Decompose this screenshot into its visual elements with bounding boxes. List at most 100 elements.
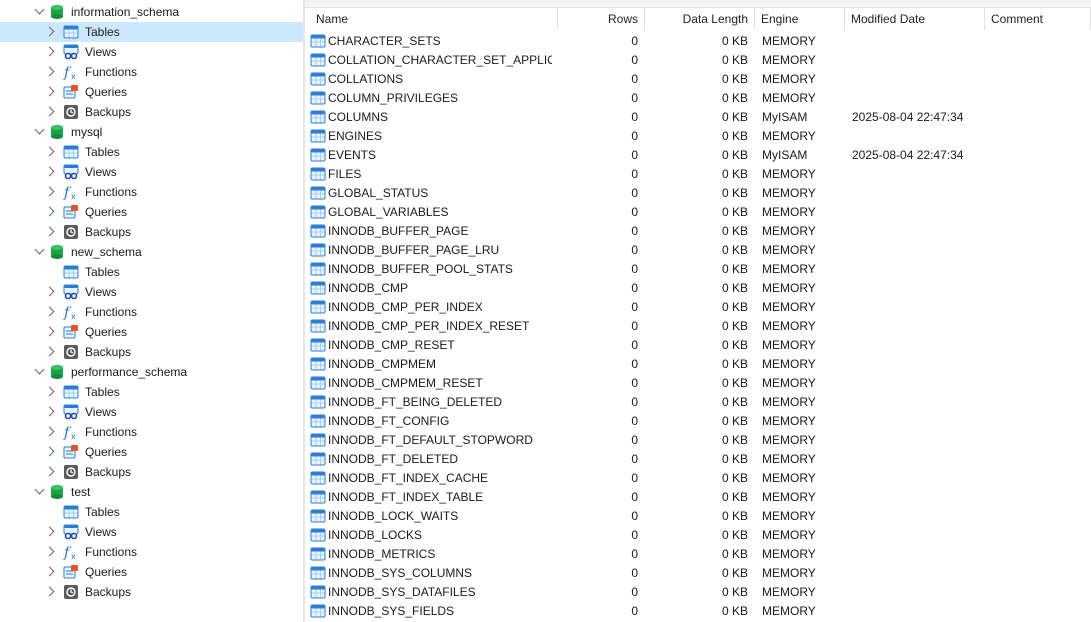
tree-item-views[interactable]: Views — [0, 522, 303, 542]
column-header-name[interactable]: Name — [310, 8, 558, 30]
table-row[interactable]: COLUMN_PRIVILEGES 0 0 KB MEMORY — [305, 89, 1091, 108]
chevron-right-icon[interactable] — [44, 166, 55, 177]
chevron-right-icon[interactable] — [44, 206, 55, 217]
chevron-down-icon[interactable] — [34, 4, 45, 15]
table-row[interactable]: INNODB_CMPMEM_RESET 0 0 KB MEMORY — [305, 374, 1091, 393]
table-row[interactable]: GLOBAL_STATUS 0 0 KB MEMORY — [305, 184, 1091, 203]
chevron-right-icon[interactable] — [44, 406, 55, 417]
table-row[interactable]: INNODB_FT_BEING_DELETED 0 0 KB MEMORY — [305, 393, 1091, 412]
column-header-rows[interactable]: Rows — [558, 8, 645, 30]
tree-schema-information-schema[interactable]: information_schema — [0, 2, 303, 22]
table-row[interactable]: INNODB_CMP_PER_INDEX 0 0 KB MEMORY — [305, 298, 1091, 317]
table-row[interactable]: INNODB_LOCKS 0 0 KB MEMORY — [305, 526, 1091, 545]
table-row[interactable]: INNODB_FT_INDEX_CACHE 0 0 KB MEMORY — [305, 469, 1091, 488]
table-row[interactable]: EVENTS 0 0 KB MyISAM 2025-08-04 22:47:34 — [305, 146, 1091, 165]
tree-item-tables[interactable]: Tables — [0, 502, 303, 522]
cell-rows: 0 — [631, 72, 638, 86]
tree-item-functions[interactable]: f x Functions — [0, 62, 303, 82]
table-row[interactable]: INNODB_BUFFER_PAGE 0 0 KB MEMORY — [305, 222, 1091, 241]
chevron-right-icon[interactable] — [44, 586, 55, 597]
chevron-right-icon[interactable] — [44, 286, 55, 297]
chevron-right-icon[interactable] — [44, 526, 55, 537]
chevron-right-icon[interactable] — [44, 226, 55, 237]
table-row[interactable]: INNODB_BUFFER_PAGE_LRU 0 0 KB MEMORY — [305, 241, 1091, 260]
chevron-right-icon[interactable] — [44, 26, 55, 37]
chevron-right-icon[interactable] — [44, 106, 55, 117]
table-icon — [310, 185, 327, 202]
cell-rows: 0 — [631, 148, 638, 162]
table-row[interactable]: INNODB_CMP 0 0 KB MEMORY — [305, 279, 1091, 298]
tree-item-backups[interactable]: Backups — [0, 102, 303, 122]
chevron-right-icon[interactable] — [44, 566, 55, 577]
chevron-right-icon[interactable] — [44, 186, 55, 197]
column-header-comment[interactable]: Comment — [985, 8, 1091, 30]
table-row[interactable]: INNODB_FT_DELETED 0 0 KB MEMORY — [305, 450, 1091, 469]
table-row[interactable]: CHARACTER_SETS 0 0 KB MEMORY — [305, 32, 1091, 51]
tree-item-queries[interactable]: Queries — [0, 442, 303, 462]
tree-schema-mysql[interactable]: mysql — [0, 122, 303, 142]
chevron-down-icon[interactable] — [34, 484, 45, 495]
cell-engine: MEMORY — [762, 433, 816, 447]
chevron-right-icon[interactable] — [44, 546, 55, 557]
tree-item-views[interactable]: Views — [0, 402, 303, 422]
table-row[interactable]: INNODB_FT_CONFIG 0 0 KB MEMORY — [305, 412, 1091, 431]
chevron-right-icon[interactable] — [44, 86, 55, 97]
table-row[interactable]: INNODB_LOCK_WAITS 0 0 KB MEMORY — [305, 507, 1091, 526]
chevron-right-icon[interactable] — [44, 66, 55, 77]
tree-item-backups[interactable]: Backups — [0, 342, 303, 362]
tree-item-backups[interactable]: Backups — [0, 582, 303, 602]
chevron-right-icon[interactable] — [44, 446, 55, 457]
tree-item-views[interactable]: Views — [0, 162, 303, 182]
tree-item-queries[interactable]: Queries — [0, 322, 303, 342]
table-row[interactable]: INNODB_SYS_FIELDS 0 0 KB MEMORY — [305, 602, 1091, 621]
tree-item-backups[interactable]: Backups — [0, 222, 303, 242]
chevron-right-icon[interactable] — [44, 146, 55, 157]
tree-item-queries[interactable]: Queries — [0, 82, 303, 102]
table-row[interactable]: GLOBAL_VARIABLES 0 0 KB MEMORY — [305, 203, 1091, 222]
tree-item-functions[interactable]: f x Functions — [0, 422, 303, 442]
table-row[interactable]: ENGINES 0 0 KB MEMORY — [305, 127, 1091, 146]
tree-schema-new-schema[interactable]: new_schema — [0, 242, 303, 262]
chevron-right-icon[interactable] — [44, 46, 55, 57]
chevron-right-icon[interactable] — [44, 346, 55, 357]
tree-item-functions[interactable]: f x Functions — [0, 542, 303, 562]
chevron-down-icon[interactable] — [34, 364, 45, 375]
tree-schema-performance-schema[interactable]: performance_schema — [0, 362, 303, 382]
column-header-engine[interactable]: Engine — [755, 8, 845, 30]
chevron-right-icon[interactable] — [44, 306, 55, 317]
chevron-right-icon[interactable] — [44, 466, 55, 477]
table-row[interactable]: INNODB_METRICS 0 0 KB MEMORY — [305, 545, 1091, 564]
tree-item-tables[interactable]: Tables — [0, 262, 303, 282]
column-header-data-length[interactable]: Data Length — [645, 8, 755, 30]
tree-schema-test[interactable]: test — [0, 482, 303, 502]
table-row[interactable]: INNODB_CMP_PER_INDEX_RESET 0 0 KB MEMORY — [305, 317, 1091, 336]
table-row[interactable]: INNODB_BUFFER_POOL_STATS 0 0 KB MEMORY — [305, 260, 1091, 279]
table-row[interactable]: COLLATION_CHARACTER_SET_APPLICA... 0 0 KB M… — [305, 51, 1091, 70]
table-row[interactable]: COLUMNS 0 0 KB MyISAM 2025-08-04 22:47:34 — [305, 108, 1091, 127]
tree-item-functions[interactable]: f x Functions — [0, 182, 303, 202]
table-row[interactable]: INNODB_CMP_RESET 0 0 KB MEMORY — [305, 336, 1091, 355]
tree-item-tables[interactable]: Tables — [0, 22, 303, 42]
chevron-right-icon[interactable] — [44, 326, 55, 337]
column-header-modified-date[interactable]: Modified Date — [845, 8, 985, 30]
table-row[interactable]: INNODB_FT_DEFAULT_STOPWORD 0 0 KB MEMORY — [305, 431, 1091, 450]
tree-item-views[interactable]: Views — [0, 42, 303, 62]
chevron-down-icon[interactable] — [34, 244, 45, 255]
table-row[interactable]: INNODB_FT_INDEX_TABLE 0 0 KB MEMORY — [305, 488, 1091, 507]
chevron-right-icon[interactable] — [44, 426, 55, 437]
table-row[interactable]: INNODB_SYS_COLUMNS 0 0 KB MEMORY — [305, 564, 1091, 583]
tree-item-backups[interactable]: Backups — [0, 462, 303, 482]
cell-comment — [992, 355, 1091, 374]
tree-item-queries[interactable]: Queries — [0, 562, 303, 582]
tree-item-views[interactable]: Views — [0, 282, 303, 302]
tree-item-tables[interactable]: Tables — [0, 382, 303, 402]
tree-item-queries[interactable]: Queries — [0, 202, 303, 222]
table-row[interactable]: COLLATIONS 0 0 KB MEMORY — [305, 70, 1091, 89]
chevron-down-icon[interactable] — [34, 124, 45, 135]
chevron-right-icon[interactable] — [44, 386, 55, 397]
table-row[interactable]: FILES 0 0 KB MEMORY — [305, 165, 1091, 184]
tree-item-functions[interactable]: f x Functions — [0, 302, 303, 322]
tree-item-tables[interactable]: Tables — [0, 142, 303, 162]
table-row[interactable]: INNODB_CMPMEM 0 0 KB MEMORY — [305, 355, 1091, 374]
table-row[interactable]: INNODB_SYS_DATAFILES 0 0 KB MEMORY — [305, 583, 1091, 602]
